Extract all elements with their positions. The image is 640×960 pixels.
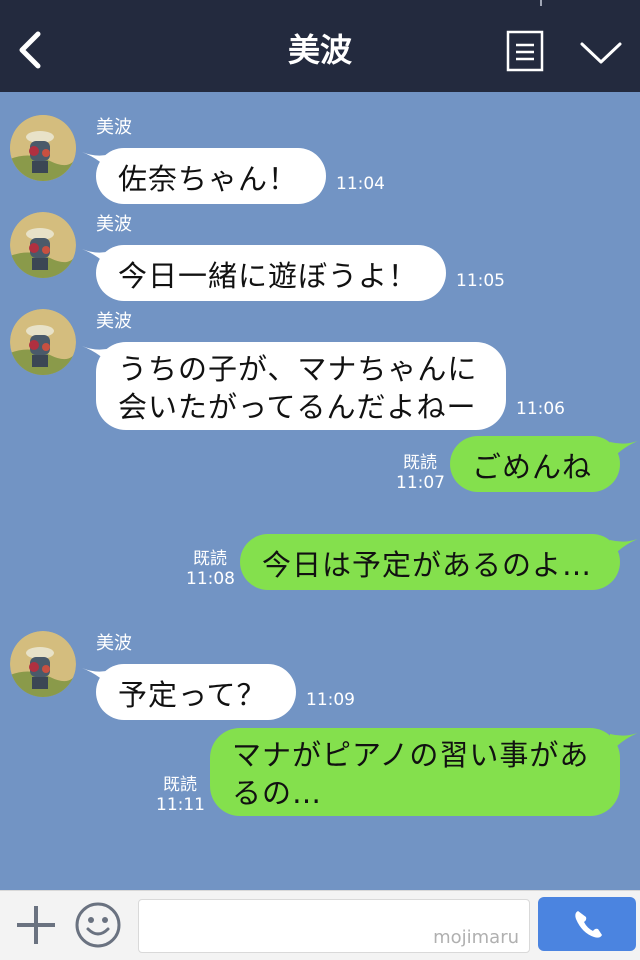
message-time: 11:11	[156, 795, 205, 815]
input-bar: mojimaru	[0, 890, 640, 960]
message-bubble[interactable]: マナがピアノの習い事があ るの…	[210, 728, 620, 816]
read-label: 既読	[193, 549, 227, 569]
sender-name: 美波	[96, 117, 132, 138]
watermark-text: mojimaru	[433, 927, 519, 948]
message-time: 11:07	[396, 473, 445, 493]
menu-list-icon[interactable]	[506, 30, 544, 72]
read-label: 既読	[163, 775, 197, 795]
bubble-tail	[610, 538, 640, 560]
phone-icon	[575, 911, 602, 938]
call-button[interactable]	[538, 897, 636, 951]
avatar[interactable]	[10, 212, 76, 278]
chat-area[interactable]: 美波 佐奈ちゃん！ 11:04 美波 今日一緒に遊ぼうよ！ 11:05 美波 う…	[0, 92, 640, 890]
message-bubble[interactable]: 予定って？	[96, 664, 296, 720]
chat-header: 美波	[0, 0, 640, 92]
avatar[interactable]	[10, 115, 76, 181]
message-bubble[interactable]: ごめんね	[450, 436, 620, 492]
sender-name: 美波	[96, 633, 132, 654]
bubble-tail	[610, 440, 640, 462]
message-input[interactable]: mojimaru	[138, 899, 530, 953]
chat-title: 美波	[287, 31, 352, 69]
message-time: 11:05	[456, 271, 505, 291]
read-status: 既読 11:07	[396, 453, 445, 493]
chevron-down-icon[interactable]	[578, 36, 624, 70]
bubble-tail	[610, 732, 640, 754]
message-time: 11:08	[186, 569, 235, 589]
read-status: 既読 11:11	[156, 775, 205, 815]
sender-name: 美波	[96, 214, 132, 235]
read-label: 既読	[403, 453, 437, 473]
message-time: 11:09	[306, 690, 355, 710]
avatar[interactable]	[10, 631, 76, 697]
status-indicator	[540, 0, 542, 6]
smiley-icon[interactable]	[74, 901, 122, 949]
avatar[interactable]	[10, 309, 76, 375]
sender-name: 美波	[96, 311, 132, 332]
read-status: 既読 11:08	[186, 549, 235, 589]
message-bubble[interactable]: 佐奈ちゃん！	[96, 148, 326, 204]
message-bubble[interactable]: うちの子が、マナちゃんに 会いたがってるんだよねー	[96, 342, 506, 430]
message-time: 11:06	[516, 399, 565, 419]
message-time: 11:04	[336, 174, 385, 194]
plus-icon[interactable]	[14, 903, 58, 947]
message-bubble[interactable]: 今日は予定があるのよ…	[240, 534, 620, 590]
message-bubble[interactable]: 今日一緒に遊ぼうよ！	[96, 245, 446, 301]
